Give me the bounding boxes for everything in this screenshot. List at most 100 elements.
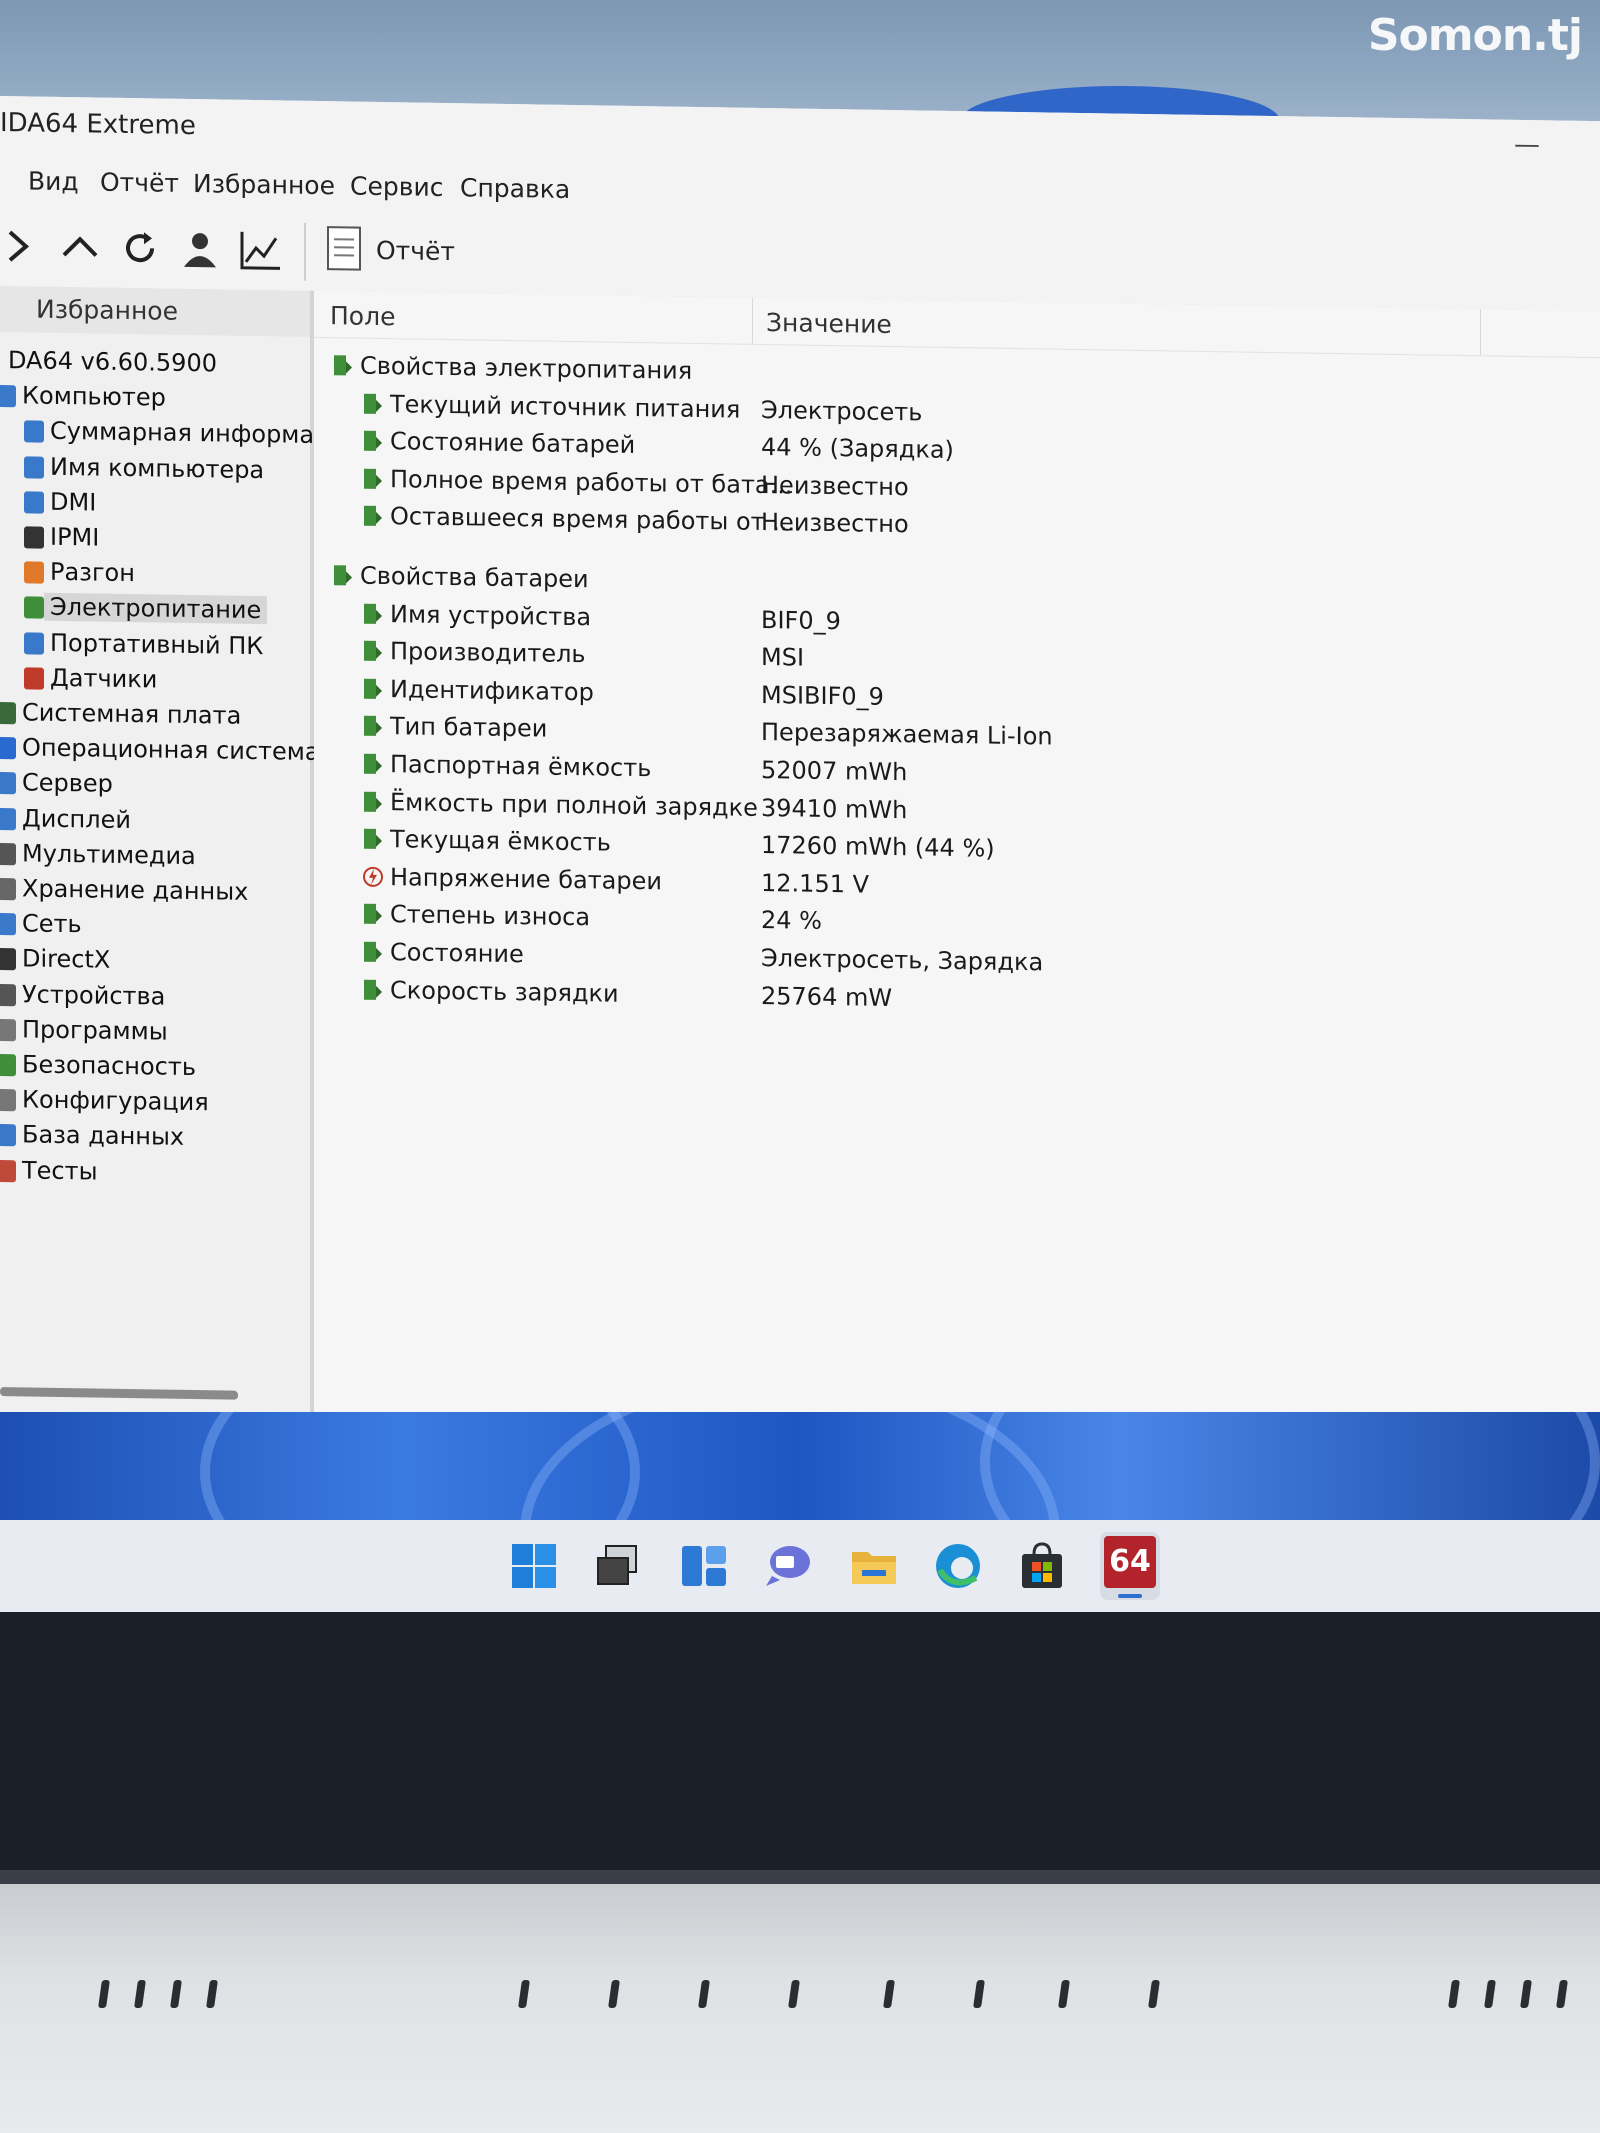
tree-item-label: Электропитание: [44, 593, 268, 625]
edge-icon[interactable]: [932, 1540, 984, 1592]
field-label: Полное время работы от бата...: [390, 464, 793, 500]
battery-icon: [362, 714, 384, 738]
tree-item-label: Разгон: [50, 557, 135, 588]
menu-service[interactable]: Сервис: [350, 171, 443, 201]
up-icon[interactable]: [58, 225, 102, 270]
field-label: Свойства электропитания: [360, 351, 693, 385]
dmi-icon: [24, 491, 44, 514]
minimize-button[interactable]: —: [1514, 130, 1540, 160]
user-icon[interactable]: [178, 227, 222, 272]
battery-icon: [362, 429, 384, 453]
battery-icon: [332, 353, 354, 377]
power-icon: [24, 596, 44, 620]
tree-item-label: Сеть: [22, 909, 82, 939]
watermark: Somon.tj: [1367, 10, 1583, 61]
menu-help[interactable]: Справка: [460, 173, 570, 204]
file-explorer-icon[interactable]: [848, 1540, 900, 1592]
menu-view[interactable]: Вид: [28, 166, 79, 196]
field-label: Имя устройства: [390, 599, 592, 631]
field-value: MSIBIF0_9: [761, 680, 884, 711]
server-icon: [0, 772, 16, 795]
battery-icon: [362, 466, 384, 490]
menu-report[interactable]: Отчёт: [100, 168, 179, 198]
field-label: Скорость зарядки: [390, 975, 619, 1008]
details-panel: Поле Значение Свойства электропитания Тек…: [314, 290, 1600, 1442]
database-icon: [0, 1124, 16, 1147]
field-value: Неизвестно: [761, 470, 909, 502]
report-button[interactable]: Отчёт: [326, 225, 455, 276]
summary-icon: [24, 420, 44, 444]
field-value: 52007 mWh: [761, 755, 908, 787]
column-value-header[interactable]: Значение: [766, 308, 892, 339]
tree-item-label: Устройства: [22, 979, 166, 1011]
field-value: Неизвестно: [761, 508, 909, 539]
tree-item-label: Хранение данных: [22, 874, 249, 906]
windows-start-icon[interactable]: [508, 1540, 560, 1592]
storage-icon: [0, 877, 16, 901]
field-value: Электросеть: [761, 395, 923, 427]
keyboard-deck: [0, 1884, 1600, 2133]
window-title: IDA64 Extreme: [0, 108, 196, 142]
chat-icon[interactable]: [762, 1540, 814, 1592]
field-value: 25764 mW: [761, 981, 893, 1012]
active-indicator: [1118, 1594, 1142, 1598]
battery-icon: [362, 827, 384, 851]
favorites-tab[interactable]: Избранное: [0, 286, 310, 337]
laptop-icon: [24, 631, 44, 655]
tree-item-label: Портативный ПК: [50, 628, 264, 660]
field-value: Электросеть, Зарядка: [761, 943, 1044, 977]
store-icon[interactable]: [1016, 1540, 1068, 1592]
battery-icon: [362, 752, 384, 776]
voltage-icon: [362, 864, 384, 888]
column-divider[interactable]: [1480, 309, 1481, 356]
os-icon: [0, 737, 16, 760]
motherboard-icon: [0, 701, 16, 725]
display-icon: [0, 807, 16, 830]
field-value: Перезаряжаемая Li-Ion: [761, 718, 1053, 751]
tree-item-label: Системная плата: [22, 698, 242, 730]
tree-item-label: Операционная система: [22, 733, 320, 767]
tree-item-label: DMI: [50, 487, 97, 517]
field-label: Свойства батареи: [360, 561, 589, 594]
tree-item-label: Дисплей: [22, 803, 131, 834]
column-divider[interactable]: [752, 297, 753, 344]
chart-icon[interactable]: [238, 228, 282, 273]
sensor-icon: [24, 667, 44, 690]
field-value: 39410 mWh: [761, 793, 908, 824]
multimedia-icon: [0, 842, 16, 866]
field-label: Напряжение батареи: [390, 862, 662, 896]
field-value: 17260 mWh (44 %): [761, 831, 995, 863]
tree-item-label: Датчики: [50, 663, 158, 694]
battery-icon: [362, 676, 384, 700]
tree-item-label: DirectX: [22, 944, 111, 975]
widgets-icon[interactable]: [678, 1540, 730, 1592]
tree-item-label: Мультимедиа: [22, 839, 196, 870]
battery-icon: [362, 789, 384, 813]
security-icon: [0, 1053, 16, 1077]
battery-icon: [362, 902, 384, 926]
field-label: Состояние: [390, 938, 524, 969]
battery-icon: [362, 639, 384, 663]
menu-favorites[interactable]: Избранное: [193, 169, 335, 200]
task-view-icon[interactable]: [592, 1540, 644, 1592]
programs-icon: [0, 1018, 16, 1042]
refresh-icon[interactable]: [118, 226, 162, 271]
battery-icon: [362, 977, 384, 1001]
network-icon: [0, 913, 16, 936]
computer-icon: [0, 385, 16, 408]
battery-icon: [362, 391, 384, 415]
field-label: Паспортная ёмкость: [390, 750, 652, 783]
field-label: Текущая ёмкость: [390, 825, 611, 857]
ipmi-icon: [24, 526, 44, 549]
forward-icon[interactable]: [0, 224, 44, 269]
horizontal-scrollbar[interactable]: [0, 1387, 238, 1400]
field-value: 12.151 V: [761, 868, 870, 899]
field-label: Ёмкость при полной зарядке: [390, 787, 758, 822]
battery-icon: [332, 563, 354, 587]
field-value: 44 % (Зарядка): [761, 433, 954, 465]
tests-icon: [0, 1159, 16, 1182]
tree-item-label: DA64 v6.60.5900: [8, 346, 217, 378]
column-field-header[interactable]: Поле: [330, 301, 395, 331]
aida64-icon[interactable]: 64: [1100, 1532, 1160, 1600]
tree-item-label: Сервер: [22, 768, 113, 799]
